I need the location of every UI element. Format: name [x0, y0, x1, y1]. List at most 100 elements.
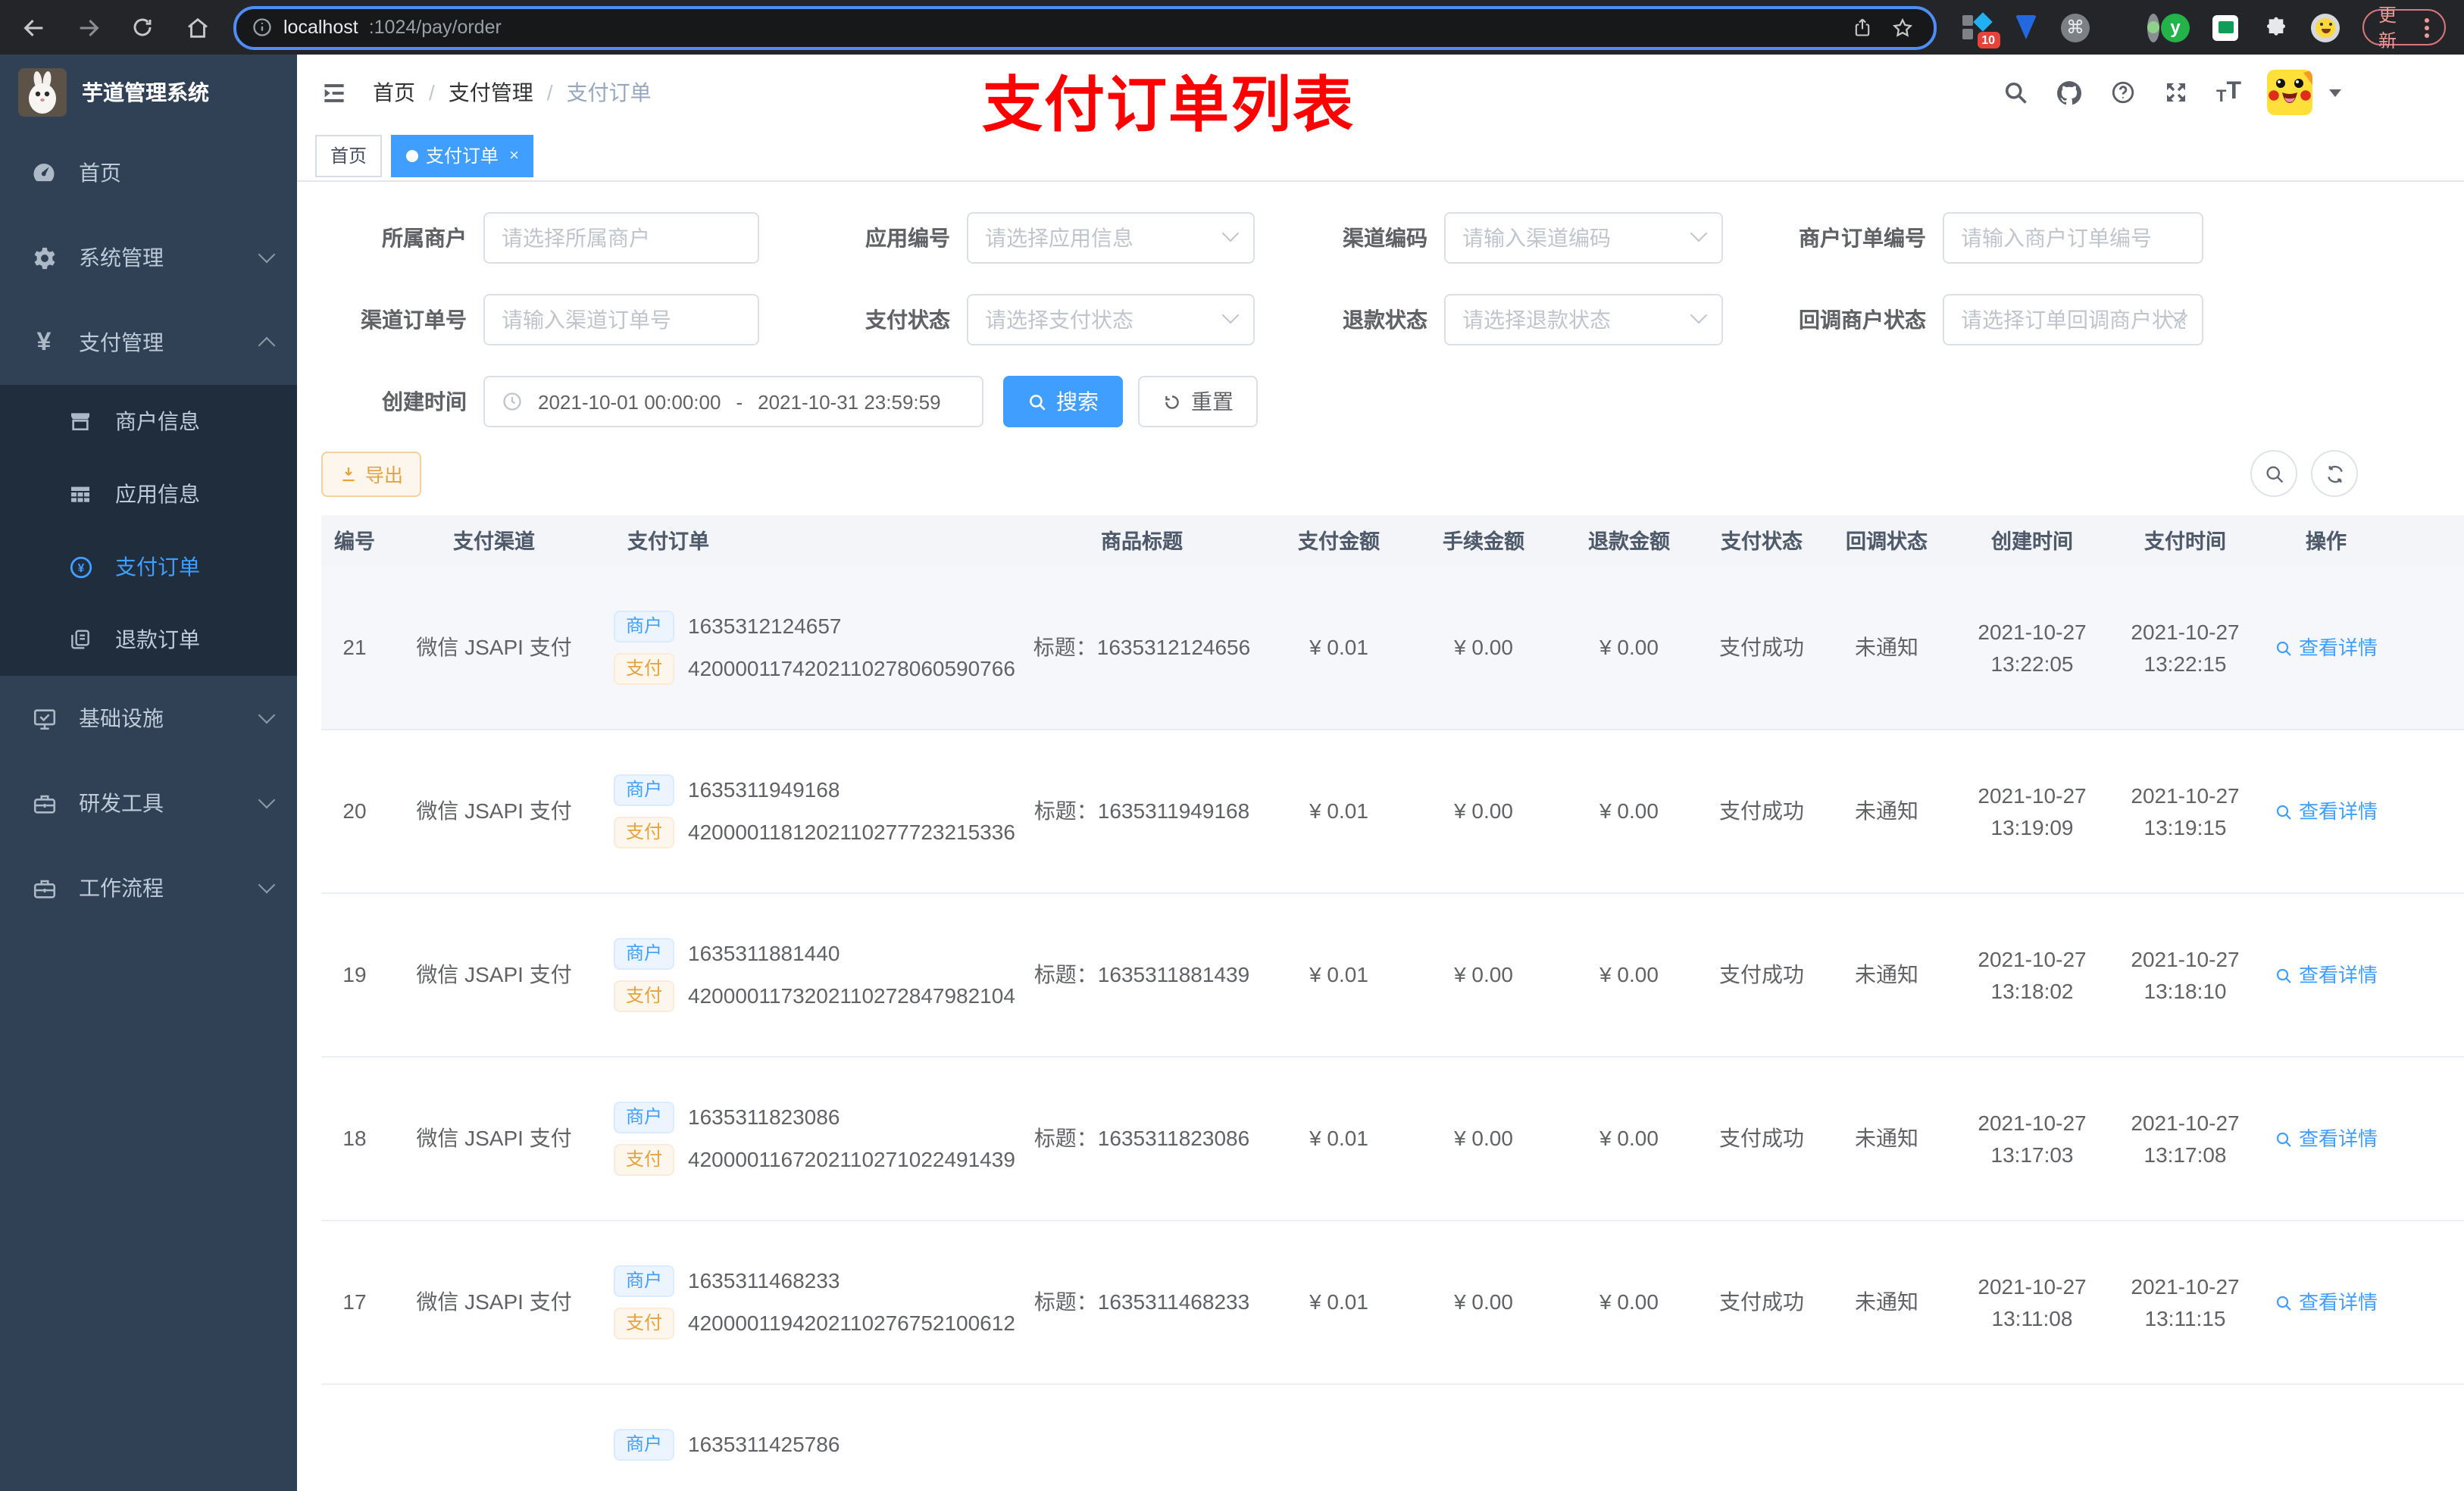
table-row[interactable]: 商户 1635311425786 [321, 1385, 2464, 1491]
cell-created: 2021-10-27 13:22:05 [1978, 619, 2087, 675]
toggle-search-icon[interactable] [2250, 450, 2297, 497]
merchant-input-field[interactable] [502, 226, 741, 250]
extension-blocks-icon[interactable]: 10 [1960, 12, 2000, 48]
url-bar[interactable]: localhost:1024/pay/order [233, 5, 1937, 49]
app-id-select[interactable] [967, 212, 1255, 264]
table-row[interactable]: 17 微信 JSAPI 支付 商户 1635311468233 支付 4200001… [321, 1221, 2464, 1385]
cell-fee: ¥ 0.00 [1454, 1289, 1513, 1314]
tag-home[interactable]: 首页 [315, 134, 383, 177]
merchant-no: 1635311823086 [688, 1105, 840, 1129]
merchant-input[interactable] [483, 212, 759, 264]
cell-pay-order: 商户 1635311881440 支付 4200001173202110272847… [600, 938, 1017, 1012]
merchant-order-no-field[interactable] [1961, 226, 2185, 250]
table-row[interactable]: 21 微信 JSAPI 支付 商户 1635312124657 支付 4200001… [321, 567, 2464, 730]
merchant-order-no-input[interactable] [1943, 212, 2203, 264]
cell-channel: 微信 JSAPI 支付 [416, 799, 572, 823]
sidebar-item-payment[interactable]: ¥ 支付管理 [0, 300, 297, 385]
sidebar-item-refund-order[interactable]: 退款订单 [0, 603, 297, 676]
col-title: 商品标题 [1101, 530, 1183, 552]
col-created: 创建时间 [1991, 530, 2073, 552]
font-size-icon[interactable]: TT [2216, 79, 2241, 106]
sidebar-item-devtools[interactable]: 研发工具 [0, 761, 297, 846]
command-extension-icon[interactable]: ⌘ [2060, 12, 2090, 42]
user-avatar[interactable] [2267, 70, 2312, 115]
pay-badge: 支付 [614, 1144, 675, 1176]
fullscreen-icon[interactable] [2163, 79, 2190, 106]
export-button[interactable]: 导出 [321, 451, 422, 496]
sidebar-item-system[interactable]: 系统管理 [0, 215, 297, 300]
channel-code-select[interactable] [1444, 212, 1723, 264]
table-row[interactable]: 18 微信 JSAPI 支付 商户 1635311823086 支付 4200001… [321, 1058, 2464, 1221]
recorder-extension-icon[interactable] [2110, 12, 2159, 42]
close-icon[interactable]: × [509, 146, 519, 164]
forward-icon[interactable] [73, 12, 103, 42]
cell-channel: 微信 JSAPI 支付 [416, 962, 572, 986]
dashboard-icon [30, 159, 58, 186]
profile-avatar-icon[interactable] [2310, 12, 2340, 42]
bookmark-star-icon[interactable] [1887, 12, 1918, 42]
chat-extension-icon[interactable] [2210, 12, 2240, 42]
filter-merchant-order-no: 商户订单编号 [1759, 212, 2203, 264]
channel-order-no-field[interactable] [502, 308, 741, 332]
refund-status-select-field[interactable] [1462, 308, 1705, 332]
sidebar-item-merchant-info[interactable]: 商户信息 [0, 385, 297, 458]
sidebar-item-app-info[interactable]: 应用信息 [0, 458, 297, 530]
reload-icon[interactable] [127, 12, 158, 42]
sidebar-collapse-icon[interactable] [320, 78, 349, 107]
export-button-label: 导出 [365, 465, 404, 486]
notify-status-select[interactable] [1943, 294, 2203, 345]
search-button[interactable]: 搜索 [1003, 376, 1123, 427]
github-icon[interactable] [2056, 78, 2084, 107]
kite-extension-icon[interactable] [2010, 12, 2040, 42]
view-detail-link[interactable]: 查看详情 [2275, 796, 2378, 827]
pay-status-select[interactable] [967, 294, 1255, 345]
table-row[interactable]: 20 微信 JSAPI 支付 商户 1635311949168 支付 4200001… [321, 730, 2464, 894]
notify-status-select-field[interactable] [1961, 308, 2185, 332]
main-area: 首页 / 支付管理 / 支付订单 T T 支付订单列表 首页 支付订单 × 所属… [297, 55, 2464, 1491]
sidebar-item-workflow[interactable]: 工作流程 [0, 846, 297, 930]
view-detail-link[interactable]: 查看详情 [2275, 632, 2378, 664]
view-detail-link[interactable]: 查看详情 [2275, 1286, 2378, 1318]
refresh-table-icon[interactable] [2311, 450, 2358, 497]
help-icon[interactable] [2110, 79, 2137, 106]
sidebar-item-pay-order[interactable]: ¥ 支付订单 [0, 530, 297, 603]
app-logo[interactable]: 芋道管理系统 [0, 55, 297, 130]
sidebar-item-home[interactable]: 首页 [0, 130, 297, 215]
merchant-no: 1635311468233 [688, 1268, 840, 1293]
tag-pay-order[interactable]: 支付订单 × [391, 134, 534, 177]
pay-badge: 支付 [614, 980, 675, 1012]
channel-code-select-field[interactable] [1462, 226, 1705, 250]
home-icon[interactable] [182, 12, 212, 42]
y-extension-icon[interactable]: y [2160, 12, 2190, 42]
magnifier-icon [2276, 640, 2291, 655]
app-id-select-field[interactable] [985, 226, 1237, 250]
back-icon[interactable] [18, 12, 48, 42]
cell-amount: ¥ 0.01 [1309, 962, 1368, 986]
cell-notify: 未通知 [1855, 635, 1918, 659]
view-detail-link[interactable]: 查看详情 [2275, 1123, 2378, 1155]
table-tools [2250, 450, 2358, 497]
channel-order-no-input[interactable] [483, 294, 759, 345]
pay-status-select-field[interactable] [985, 308, 1237, 332]
refresh-icon [1165, 395, 1179, 408]
breadcrumb-home[interactable]: 首页 [373, 77, 415, 108]
search-icon[interactable] [2003, 79, 2030, 106]
share-icon[interactable] [1846, 12, 1877, 42]
sidebar-item-infra[interactable]: 基础设施 [0, 676, 297, 761]
filter-channel-code: 渠道编码 [1300, 212, 1723, 264]
content: 所属商户 应用编号 渠道编码 [297, 182, 2464, 1491]
info-icon[interactable] [252, 17, 273, 38]
table-row[interactable]: 19 微信 JSAPI 支付 商户 1635311881440 支付 4200001… [321, 894, 2464, 1058]
view-detail-link[interactable]: 查看详情 [2275, 959, 2378, 991]
date-range-input[interactable]: 2021-10-01 00:00:00 - 2021-10-31 23:59:5… [483, 376, 983, 427]
puzzle-extensions-icon[interactable] [2260, 12, 2290, 42]
breadcrumb-pay[interactable]: 支付管理 [449, 77, 533, 108]
update-button[interactable]: 更新 [2362, 5, 2446, 52]
merchant-no: 1635311949168 [688, 777, 840, 802]
browser-nav [18, 12, 212, 42]
browser-menu-icon[interactable] [2425, 17, 2429, 37]
avatar-dropdown-caret[interactable] [2329, 89, 2341, 96]
col-pay-order: 支付订单 [627, 530, 709, 552]
refund-status-select[interactable] [1444, 294, 1723, 345]
reset-button[interactable]: 重置 [1138, 376, 1258, 427]
